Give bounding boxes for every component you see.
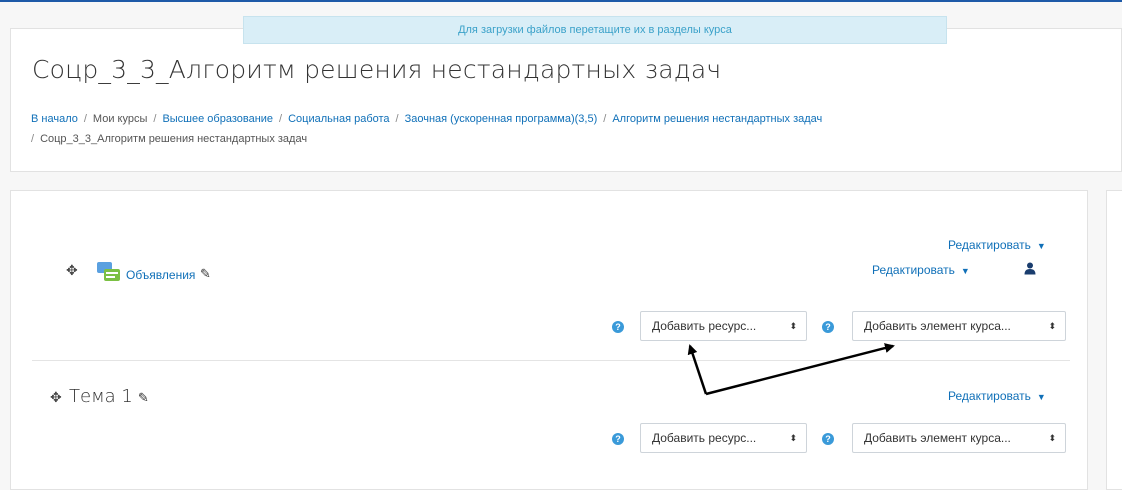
section-divider (32, 360, 1070, 361)
move-icon[interactable]: ✥ (50, 389, 62, 406)
page-title: Соцр_3_3_Алгоритм решения нестандартных … (32, 55, 722, 84)
add-activity-select[interactable]: Добавить элемент курса... ⬍ (852, 423, 1066, 453)
select-arrows-icon: ⬍ (789, 433, 797, 443)
caret-down-icon: ▼ (1036, 241, 1046, 251)
breadcrumb-separator: / (153, 113, 157, 125)
breadcrumb-separator: / (603, 113, 607, 125)
edit-label: Редактировать (872, 263, 955, 277)
breadcrumb-social-work[interactable]: Социальная работа (288, 113, 389, 125)
edit-label: Редактировать (948, 238, 1031, 252)
caret-down-icon: ▼ (1036, 392, 1046, 402)
breadcrumb-my-courses: Мои курсы (92, 113, 148, 125)
user-icon[interactable] (1024, 262, 1036, 275)
breadcrumb-home[interactable]: В начало (31, 113, 78, 125)
section0-edit-menu[interactable]: Редактировать ▼ (948, 238, 1046, 252)
activity-announcements-link[interactable]: Объявления (126, 268, 195, 282)
move-icon[interactable]: ✥ (66, 262, 78, 279)
add-resource-select[interactable]: Добавить ресурс... ⬍ (640, 423, 807, 453)
breadcrumb-separator: / (395, 113, 399, 125)
breadcrumb-separator: / (83, 113, 87, 125)
side-block (1106, 190, 1122, 490)
edit-label: Редактировать (948, 389, 1031, 403)
select-arrows-icon: ⬍ (1048, 321, 1056, 331)
add-resource-label: Добавить ресурс... (652, 319, 757, 333)
add-activity-label: Добавить элемент курса... (864, 319, 1011, 333)
help-icon[interactable]: ? (612, 433, 624, 445)
section1-edit-menu[interactable]: Редактировать ▼ (948, 389, 1046, 403)
breadcrumb-separator: / (279, 113, 283, 125)
breadcrumb-category[interactable]: Алгоритм решения нестандартных задач (612, 113, 822, 125)
breadcrumb-part-time[interactable]: Заочная (ускоренная программа)(3,5) (405, 113, 598, 125)
add-resource-select[interactable]: Добавить ресурс... ⬍ (640, 311, 807, 341)
help-icon[interactable]: ? (822, 433, 834, 445)
pencil-icon[interactable]: ✎ (200, 266, 211, 282)
add-activity-label: Добавить элемент курса... (864, 431, 1011, 445)
top-accent-line (0, 0, 1122, 2)
forum-icon (97, 262, 120, 281)
breadcrumb-current-course[interactable]: Соцр_3_3_Алгоритм решения нестандартных … (40, 133, 307, 145)
help-icon[interactable]: ? (612, 321, 624, 333)
select-arrows-icon: ⬍ (1048, 433, 1056, 443)
caret-down-icon: ▼ (960, 266, 970, 276)
activity-edit-menu[interactable]: Редактировать ▼ (872, 263, 970, 277)
section-title: Тема 1 ✎ (69, 386, 149, 407)
add-activity-select[interactable]: Добавить элемент курса... ⬍ (852, 311, 1066, 341)
section-title-text: Тема 1 (69, 386, 133, 407)
pencil-icon[interactable]: ✎ (138, 391, 149, 406)
help-icon[interactable]: ? (822, 321, 834, 333)
add-resource-label: Добавить ресурс... (652, 431, 757, 445)
breadcrumb: В начало / Мои курсы / Высшее образование / Со… (31, 109, 1121, 149)
breadcrumb-separator: / (31, 133, 35, 145)
drop-files-hint: Для загрузки файлов перетащите их в разд… (243, 16, 947, 44)
breadcrumb-higher-education[interactable]: Высшее образование (162, 113, 273, 125)
select-arrows-icon: ⬍ (789, 321, 797, 331)
course-header: Соцр_3_3_Алгоритм решения нестандартных … (10, 28, 1122, 172)
